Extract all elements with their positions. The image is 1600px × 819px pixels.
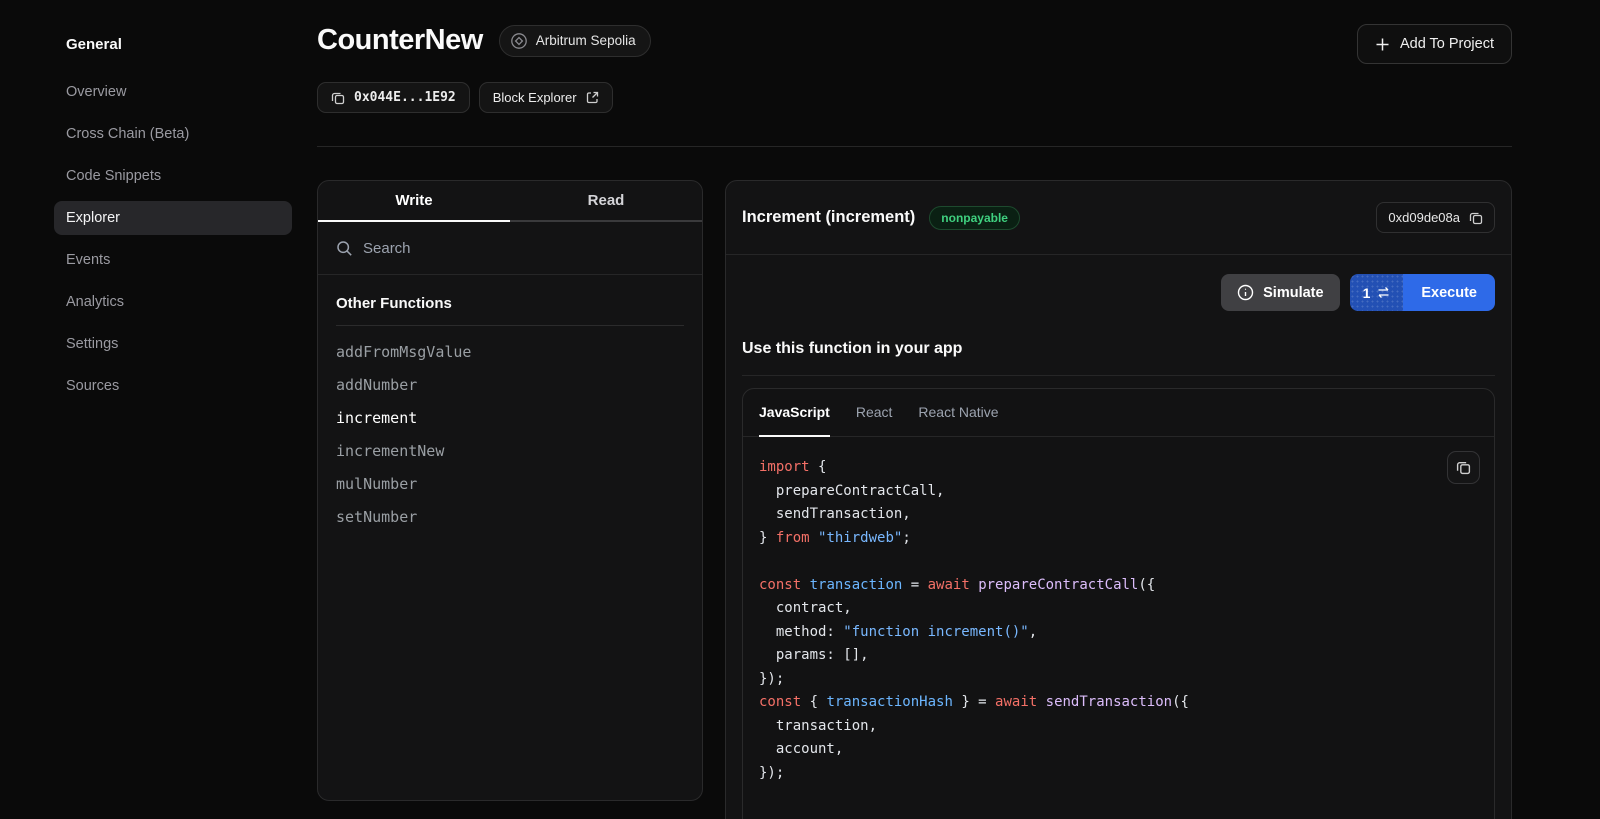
execute-label: Execute [1421,285,1477,301]
sidebar-item-analytics[interactable]: Analytics [54,285,292,319]
code-snippet-card: JavaScript React React Native import { pre… [742,388,1495,819]
code-language-tabs: JavaScript React React Native [743,389,1494,437]
code-line: import { [759,456,1478,480]
function-item-addfrommsgvalue[interactable]: addFromMsgValue [336,336,684,369]
plus-icon [1375,37,1390,52]
use-function-title: Use this function in your app [742,340,1495,376]
contract-header: CounterNew Arbitrum Sepolia Add To [317,24,1512,64]
code-tab-javascript[interactable]: JavaScript [759,389,830,437]
code-line: prepareContractCall, [759,480,1478,504]
function-title: Increment (increment) [742,208,915,227]
sidebar-item-overview[interactable]: Overview [54,75,292,109]
function-item-mulnumber[interactable]: mulNumber [336,468,684,501]
info-icon [1237,284,1254,301]
sidebar-heading: General [66,36,292,53]
execute-button[interactable]: Execute [1403,274,1495,311]
function-item-addnumber[interactable]: addNumber [336,369,684,402]
code-line: params: [], [759,644,1478,668]
page-title: CounterNew [317,24,483,57]
functions-panel: WriteRead Other Functions addFromMsgValu… [317,180,703,801]
code-snippet: import { prepareContractCall, sendTransa… [759,456,1478,785]
actions-row: Simulate 1 [726,255,1511,311]
contract-address-pill[interactable]: 0x044E...1E92 [317,82,470,113]
swap-arrows-icon [1377,286,1390,299]
block-explorer-label: Block Explorer [493,90,577,105]
simulate-label: Simulate [1263,285,1323,301]
network-badge-label: Arbitrum Sepolia [536,33,636,48]
block-explorer-pill[interactable]: Block Explorer [479,82,613,113]
code-line: const { transactionHash } = await sendTr… [759,691,1478,715]
code-line: account, [759,738,1478,762]
function-detail-panel: Increment (increment) nonpayable 0xd09de… [725,180,1512,819]
search-bar [318,222,702,275]
add-to-project-label: Add To Project [1400,36,1494,52]
tab-read[interactable]: Read [510,181,702,222]
app-root: General Overview Cross Chain (Beta) Code S… [0,0,1600,819]
sidebar-nav: Overview Cross Chain (Beta) Code Snippets E… [54,75,292,403]
network-icon [510,32,528,50]
sidebar-item-sources[interactable]: Sources [54,369,292,403]
contract-address: 0x044E...1E92 [354,90,456,105]
functions-items: addFromMsgValueaddNumberincrementincreme… [336,336,684,534]
functions-list: Other Functions addFromMsgValueaddNumber… [318,275,702,554]
contract-links: 0x044E...1E92 Block Explorer [317,82,1512,113]
search-icon [336,240,353,257]
function-item-increment[interactable]: increment [336,402,684,435]
mutability-badge: nonpayable [929,206,1020,230]
execute-count-segment[interactable]: 1 [1350,274,1404,311]
code-line: }); [759,762,1478,786]
tab-write[interactable]: Write [318,181,510,222]
execute-count: 1 [1363,285,1371,301]
code-tab-react-native[interactable]: React Native [918,389,998,437]
code-line: contract, [759,597,1478,621]
execute-split-button: 1 Execute [1350,274,1495,311]
code-line: sendTransaction, [759,503,1478,527]
copy-code-button[interactable] [1447,451,1480,484]
functions-group-title: Other Functions [336,295,684,326]
simulate-button[interactable]: Simulate [1221,274,1339,311]
read-write-tabs: WriteRead [318,181,702,222]
code-line: method: "function increment()", [759,621,1478,645]
external-link-icon [586,91,599,104]
function-item-setnumber[interactable]: setNumber [336,501,684,534]
sidebar-item-cross-chain-beta[interactable]: Cross Chain (Beta) [54,117,292,151]
code-line [759,550,1478,574]
code-line: }); [759,668,1478,692]
search-input[interactable] [363,240,684,257]
copy-icon [1469,211,1483,225]
sidebar: General Overview Cross Chain (Beta) Code S… [0,0,300,819]
function-detail-header: Increment (increment) nonpayable 0xd09de… [726,181,1511,255]
use-function-section: Use this function in your app JavaScript… [726,311,1511,819]
sidebar-item-settings[interactable]: Settings [54,327,292,361]
main-content: CounterNew Arbitrum Sepolia Add To [300,0,1600,819]
sidebar-item-code-snippets[interactable]: Code Snippets [54,159,292,193]
code-tab-react[interactable]: React [856,389,893,437]
add-to-project-button[interactable]: Add To Project [1357,24,1512,64]
header-divider [317,146,1512,147]
code-area: import { prepareContractCall, sendTransa… [743,437,1494,804]
copy-icon [1456,460,1471,475]
code-line: transaction, [759,715,1478,739]
code-line: const transaction = await prepareContrac… [759,574,1478,598]
sidebar-item-explorer[interactable]: Explorer [54,201,292,235]
sidebar-item-events[interactable]: Events [54,243,292,277]
copy-icon [331,91,345,105]
network-badge[interactable]: Arbitrum Sepolia [499,25,651,57]
function-selector-pill[interactable]: 0xd09de08a [1376,202,1495,233]
function-item-incrementnew[interactable]: incrementNew [336,435,684,468]
function-selector: 0xd09de08a [1388,210,1460,225]
code-line: } from "thirdweb"; [759,527,1478,551]
